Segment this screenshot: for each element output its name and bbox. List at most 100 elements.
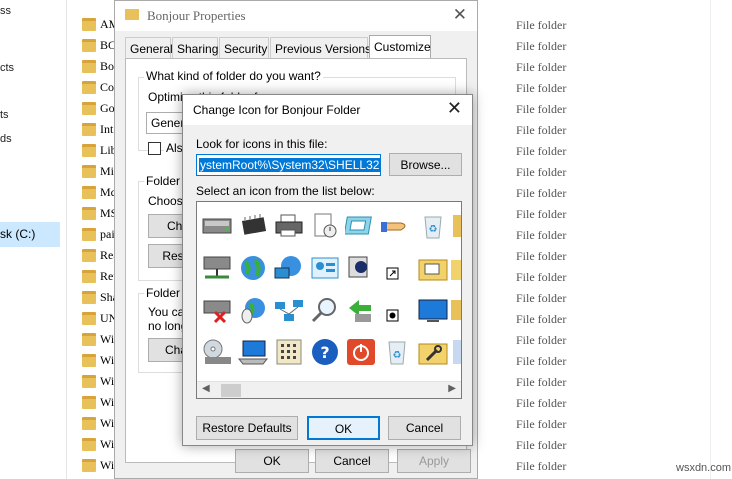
folder-icon bbox=[82, 186, 96, 199]
globe-icon[interactable] bbox=[235, 252, 271, 284]
svg-text:?: ? bbox=[320, 343, 329, 362]
cd-drive-icon[interactable] bbox=[199, 336, 235, 368]
ok-button[interactable]: OK bbox=[235, 449, 309, 473]
drive-icon[interactable] bbox=[199, 210, 235, 242]
folder-icon bbox=[82, 312, 96, 325]
type-cell: File folder bbox=[516, 459, 567, 473]
nav-item[interactable]: cts bbox=[0, 62, 14, 74]
change-icon-dialog: Change Icon for Bonjour Folder ✕ Look fo… bbox=[182, 94, 473, 446]
nav-item[interactable]: ts bbox=[0, 109, 9, 121]
browse-button[interactable]: Browse... bbox=[389, 153, 462, 176]
folder-icons-text: You ca bbox=[146, 305, 187, 319]
power-icon[interactable] bbox=[343, 336, 379, 368]
folder-name: Int bbox=[100, 122, 114, 136]
type-cell: File folder bbox=[516, 270, 567, 284]
printer-icon[interactable] bbox=[271, 210, 307, 242]
folder-icon bbox=[82, 81, 96, 94]
folder-name: Wi bbox=[100, 416, 115, 430]
type-cell: File folder bbox=[516, 312, 567, 326]
folder-icon bbox=[82, 144, 96, 157]
type-cell: File folder bbox=[516, 18, 567, 32]
svg-text:♻: ♻ bbox=[393, 350, 402, 361]
type-cell: File folder bbox=[516, 354, 567, 368]
navigation-pane: ss cts ts ds sk (C:) bbox=[0, 0, 66, 479]
folder-name: Mi bbox=[100, 164, 115, 178]
partial-icon[interactable] bbox=[451, 252, 461, 284]
clock-page-icon[interactable] bbox=[307, 210, 343, 242]
type-cell: File folder bbox=[516, 165, 567, 179]
nav-item[interactable]: ss bbox=[0, 5, 11, 17]
properties-titlebar: Bonjour Properties ✕ bbox=[115, 1, 477, 31]
tab-general[interactable]: General bbox=[125, 37, 173, 59]
apply-button[interactable]: Apply bbox=[397, 449, 471, 473]
type-cell: File folder bbox=[516, 207, 567, 221]
folder-wrench-icon[interactable] bbox=[415, 336, 451, 368]
icon-file-path-input[interactable]: ystemRoot%\System32\SHELL32.dll bbox=[196, 154, 381, 176]
search-window-icon[interactable] bbox=[343, 252, 379, 284]
folder-name: Go bbox=[100, 101, 115, 115]
folder-name: Co bbox=[100, 80, 115, 94]
partial-icon[interactable] bbox=[451, 294, 461, 326]
folder-icon bbox=[82, 249, 96, 262]
icon-list[interactable]: ♻ ? ♻ ◀ ▶ bbox=[196, 201, 462, 399]
hand-share-icon[interactable] bbox=[379, 210, 415, 242]
restore-defaults-button[interactable]: Restore Defaults bbox=[196, 416, 298, 440]
type-cell: File folder bbox=[516, 60, 567, 74]
select-icon-label: Select an icon from the list below: bbox=[196, 184, 375, 198]
close-icon[interactable]: ✕ bbox=[447, 98, 462, 119]
cancel-button[interactable]: Cancel bbox=[315, 449, 389, 473]
network-globe-icon[interactable] bbox=[271, 252, 307, 284]
scroll-right-icon[interactable]: ▶ bbox=[448, 383, 456, 394]
help-icon[interactable]: ? bbox=[307, 336, 343, 368]
shortcut-arrow-icon[interactable] bbox=[379, 252, 415, 284]
recycle-full-icon[interactable]: ♻ bbox=[379, 336, 415, 368]
folder-name: Wi bbox=[100, 395, 115, 409]
mouse-globe-icon[interactable] bbox=[235, 294, 271, 326]
network-drive-icon[interactable] bbox=[199, 252, 235, 284]
type-cell: File folder bbox=[516, 144, 567, 158]
path-text: ystemRoot%\System32\SHELL32.dll bbox=[199, 158, 380, 172]
control-panel-icon[interactable] bbox=[307, 252, 343, 284]
drive-label: sk (C:) bbox=[0, 227, 36, 241]
network-icon[interactable] bbox=[271, 294, 307, 326]
cancel-button[interactable]: Cancel bbox=[388, 416, 461, 440]
ok-button[interactable]: OK bbox=[307, 416, 380, 440]
partial-icon[interactable] bbox=[451, 336, 461, 368]
tab-customize[interactable]: Customize bbox=[369, 35, 431, 60]
close-icon[interactable]: ✕ bbox=[453, 5, 467, 25]
type-cell: File folder bbox=[516, 291, 567, 305]
scroll-left-icon[interactable]: ◀ bbox=[202, 383, 210, 394]
magnifier-icon[interactable] bbox=[307, 294, 343, 326]
chip-icon[interactable] bbox=[235, 210, 271, 242]
change-icon-title: Change Icon for Bonjour Folder bbox=[193, 103, 361, 117]
laptop-icon[interactable] bbox=[235, 336, 271, 368]
properties-title: Bonjour Properties bbox=[147, 8, 246, 23]
horizontal-scrollbar[interactable]: ◀ ▶ bbox=[197, 381, 461, 398]
type-cell: File folder bbox=[516, 39, 567, 53]
recycle-bin-icon[interactable]: ♻ bbox=[415, 210, 451, 242]
also-apply-checkbox[interactable] bbox=[148, 142, 161, 155]
green-arrow-icon[interactable] bbox=[343, 294, 379, 326]
type-cell: File folder bbox=[516, 333, 567, 347]
change-icon-titlebar: Change Icon for Bonjour Folder ✕ bbox=[183, 95, 472, 125]
column-divider bbox=[710, 0, 711, 479]
disconnected-drive-icon[interactable] bbox=[199, 294, 235, 326]
tab-security[interactable]: Security bbox=[219, 37, 269, 59]
watermark: wsxdn.com bbox=[676, 462, 732, 474]
nav-item-local-disk[interactable]: sk (C:) bbox=[0, 222, 60, 247]
scrollbar-thumb[interactable] bbox=[221, 384, 241, 397]
tab-previous-versions[interactable]: Previous Versions bbox=[270, 37, 371, 59]
folder-name: Wi bbox=[100, 458, 115, 472]
folder-icon bbox=[82, 417, 96, 430]
monitor-icon[interactable] bbox=[415, 294, 451, 326]
type-cell: File folder bbox=[516, 375, 567, 389]
tab-sharing[interactable]: Sharing bbox=[172, 37, 218, 59]
keypad-icon[interactable] bbox=[271, 336, 307, 368]
nav-item[interactable]: ds bbox=[0, 133, 12, 145]
folder-tools-icon[interactable] bbox=[415, 252, 451, 284]
type-cell: File folder bbox=[516, 81, 567, 95]
cd-overlay-icon[interactable] bbox=[379, 294, 415, 326]
type-cell: File folder bbox=[516, 249, 567, 263]
window-icon[interactable] bbox=[343, 210, 379, 242]
partial-icon[interactable] bbox=[451, 210, 461, 242]
